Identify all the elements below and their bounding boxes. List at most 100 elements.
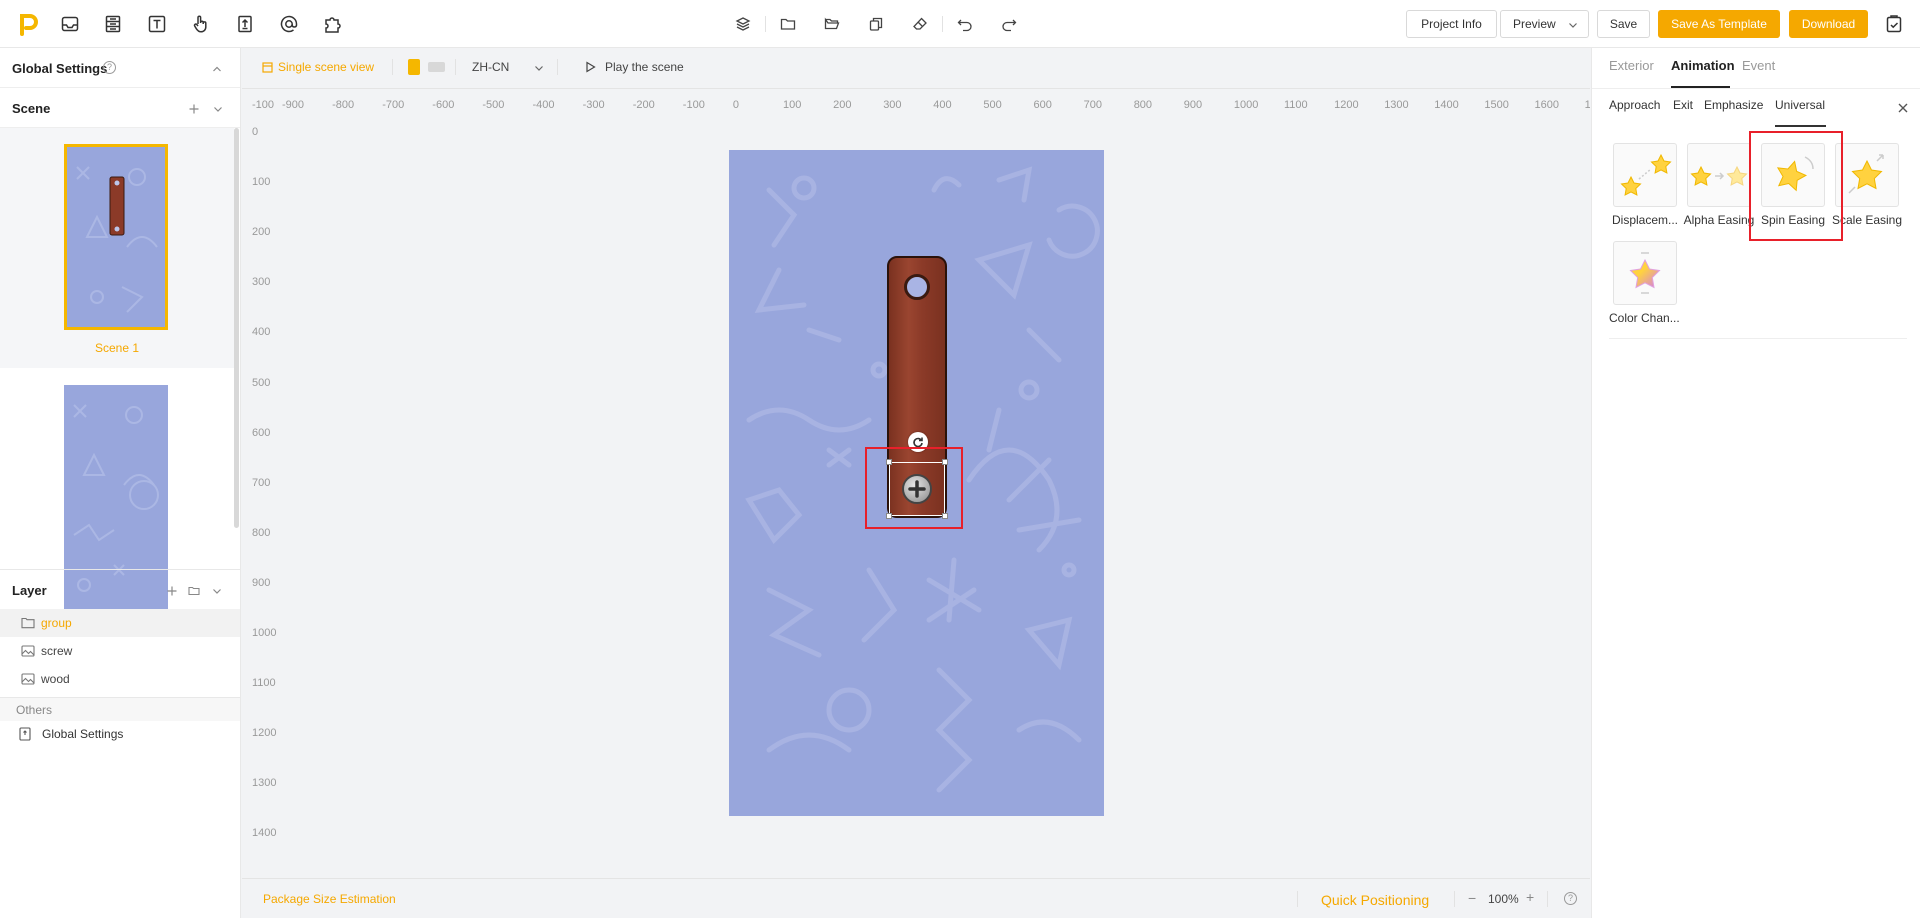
top-toolbar: Project Info Preview Save Save As Templa…	[0, 0, 1920, 48]
download-button[interactable]: Download	[1789, 10, 1868, 38]
help-icon[interactable]: ?	[1564, 892, 1577, 905]
subtab-emphasize[interactable]: Emphasize	[1704, 98, 1763, 112]
color-star-icon	[1629, 252, 1661, 294]
subtab-exit[interactable]: Exit	[1673, 98, 1693, 112]
language-select[interactable]: ZH-CN	[472, 60, 509, 74]
quick-positioning-button[interactable]: Quick Positioning	[1321, 892, 1429, 908]
ruler-tick-label: -500	[482, 99, 505, 111]
vertical-ruler: 0 100 200 300 400 500 600 700 800 900 1000 1100 1200…	[242, 118, 282, 878]
separator	[392, 59, 393, 75]
at-icon[interactable]	[278, 13, 300, 35]
clipboard-check-icon[interactable]	[1883, 13, 1905, 35]
layer-item-wood[interactable]: wood	[0, 665, 240, 693]
theme-swatch-yellow[interactable]	[408, 59, 420, 75]
single-view-icon	[262, 62, 273, 73]
project-info-button[interactable]: Project Info	[1406, 10, 1497, 38]
layer-title: Layer	[12, 583, 47, 598]
scene-thumbnail[interactable]	[64, 144, 168, 330]
layers-icon[interactable]	[733, 14, 753, 34]
scrollbar[interactable]	[234, 128, 239, 528]
divider	[1592, 88, 1920, 89]
logo-icon[interactable]	[18, 12, 40, 36]
folder-icon[interactable]	[778, 14, 798, 34]
animation-card-color-change[interactable]	[1613, 241, 1677, 305]
subtab-universal[interactable]: Universal	[1775, 98, 1825, 112]
zoom-in-button[interactable]: +	[1526, 889, 1534, 905]
separator	[1547, 891, 1548, 907]
chevron-down-icon	[1569, 23, 1577, 28]
play-icon[interactable]	[585, 61, 596, 73]
save-button[interactable]: Save	[1597, 10, 1650, 38]
subtab-approach[interactable]: Approach	[1609, 98, 1660, 112]
layer-label: wood	[41, 672, 70, 686]
tab-exterior[interactable]: Exterior	[1609, 58, 1654, 73]
scene-item[interactable]: Scene 1	[0, 128, 234, 368]
right-panel: Exterior Animation Event Approach Exit E…	[1591, 48, 1920, 918]
tab-animation[interactable]: Animation	[1671, 58, 1735, 73]
canvas-toolbar: Single scene view ZH-CN Play the scene	[242, 48, 1590, 86]
image-icon	[21, 645, 35, 657]
add-scene-icon[interactable]	[188, 103, 200, 115]
page-upload-icon[interactable]	[234, 13, 256, 35]
chevron-down-icon[interactable]	[534, 63, 544, 73]
layer-item-group[interactable]: group	[0, 609, 240, 637]
ruler-tick-label: -400	[532, 99, 555, 111]
chevron-down-icon[interactable]	[211, 585, 223, 597]
undo-icon[interactable]	[955, 14, 975, 34]
puzzle-icon[interactable]	[322, 13, 344, 35]
spin-easing-highlight-box	[1749, 131, 1843, 241]
ruler-tick-label: 1000	[1233, 99, 1259, 111]
global-settings-header[interactable]: Global Settings ?	[0, 48, 240, 88]
separator	[765, 16, 766, 32]
ruler-tick-label: 1300	[1384, 99, 1409, 111]
eraser-icon[interactable]	[910, 14, 930, 34]
layout-icon[interactable]	[102, 13, 124, 35]
displacement-star-icon	[1620, 153, 1672, 196]
hand-pointer-icon[interactable]	[190, 13, 212, 35]
play-scene-button[interactable]: Play the scene	[605, 60, 684, 74]
preview-label: Preview	[1513, 17, 1556, 31]
folder-open-icon[interactable]	[822, 14, 842, 34]
theme-swatch-gray[interactable]	[428, 62, 445, 72]
ruler-tick-label: 700	[252, 476, 271, 489]
save-as-template-button[interactable]: Save As Template	[1658, 10, 1780, 38]
left-panel: Global Settings ? Scene Scene 1 Layer gr…	[0, 48, 241, 918]
ruler-tick-label: 300	[252, 276, 271, 289]
text-icon[interactable]	[146, 13, 168, 35]
single-scene-view-toggle[interactable]: Single scene view	[278, 60, 374, 74]
ruler-tick-label: 800	[1133, 99, 1153, 111]
ruler-tick-label: -900	[282, 99, 305, 111]
ruler-tick-label: 600	[252, 426, 271, 439]
layer-item-screw[interactable]: screw	[0, 637, 240, 665]
global-settings-item[interactable]: Global Settings	[0, 721, 240, 747]
animation-label: Displacem...	[1611, 213, 1679, 227]
active-subtab-indicator	[1775, 125, 1826, 127]
copy-icon[interactable]	[866, 14, 886, 34]
scene-canvas[interactable]	[729, 150, 1104, 816]
animation-card-displacement[interactable]	[1613, 143, 1677, 207]
layer-header: Layer	[0, 569, 240, 609]
scene-label: Scene 1	[94, 341, 140, 355]
close-icon[interactable]	[1897, 102, 1909, 114]
inbox-icon[interactable]	[59, 13, 81, 35]
chevron-up-icon[interactable]	[211, 63, 223, 75]
scene-title: Scene	[12, 101, 51, 116]
new-folder-icon[interactable]	[188, 585, 200, 597]
animation-card-scale[interactable]	[1835, 143, 1899, 207]
help-icon[interactable]: ?	[103, 61, 116, 74]
package-size-link[interactable]: Package Size Estimation	[263, 892, 396, 906]
add-layer-icon[interactable]	[166, 585, 178, 597]
chevron-down-icon[interactable]	[212, 103, 224, 115]
ruler-tick-label: 300	[883, 99, 902, 111]
horizontal-ruler: -100 -900 -800 -700 -600 -500 -400 -300 -200 -100…	[242, 88, 1590, 118]
zoom-out-button[interactable]: −	[1468, 890, 1476, 906]
redo-icon[interactable]	[999, 14, 1019, 34]
tab-event[interactable]: Event	[1742, 58, 1775, 73]
separator	[942, 16, 943, 32]
animation-card-alpha[interactable]	[1687, 143, 1751, 207]
layer-label: screw	[41, 644, 73, 658]
preview-button[interactable]: Preview	[1500, 10, 1589, 38]
ruler-tick-label: 100	[783, 99, 802, 111]
ruler-tick-label: -700	[382, 99, 405, 111]
ruler-tick-label: 400	[252, 326, 271, 339]
